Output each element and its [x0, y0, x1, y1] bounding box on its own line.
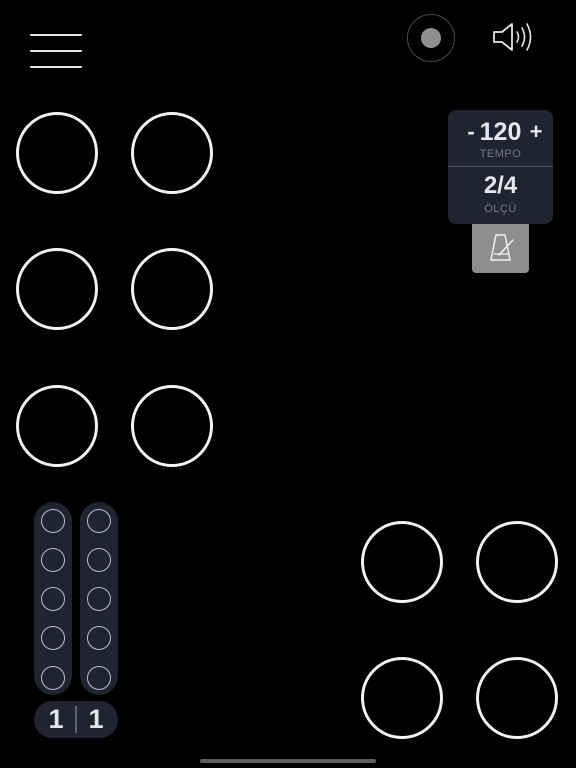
step-column-right [80, 502, 118, 695]
tempo-row: - 120 + [448, 117, 553, 147]
tempo-decrease-button[interactable]: - [460, 117, 482, 147]
step-toggle[interactable] [87, 626, 111, 650]
step-toggle[interactable] [87, 587, 111, 611]
metronome-icon [490, 234, 514, 261]
drum-pad[interactable] [131, 248, 213, 330]
bar-counter: 1 1 [34, 701, 118, 738]
speaker-icon [493, 23, 532, 51]
step-toggle[interactable] [41, 626, 65, 650]
drum-pad[interactable] [361, 657, 443, 739]
tempo-increase-button[interactable]: + [525, 117, 547, 147]
sound-button[interactable] [492, 20, 536, 54]
record-icon [421, 28, 441, 48]
hamburger-menu-icon-bar [30, 50, 82, 52]
metronome-button[interactable] [472, 224, 529, 273]
tempo-value[interactable]: 120 [480, 117, 522, 147]
step-toggle[interactable] [87, 509, 111, 533]
hamburger-menu-icon [30, 34, 82, 36]
drum-pad[interactable] [16, 112, 98, 194]
step-toggle[interactable] [41, 587, 65, 611]
tempo-label: TEMPO [479, 148, 522, 160]
hamburger-menu-icon-bar [30, 66, 82, 68]
record-button[interactable] [407, 14, 455, 62]
drum-pad[interactable] [16, 248, 98, 330]
step-toggle[interactable] [87, 666, 111, 690]
tempo-panel: - 120 + TEMPO 2/4 ÖLÇÜ [448, 110, 553, 224]
drum-pad[interactable] [131, 112, 213, 194]
step-toggle[interactable] [41, 509, 65, 533]
counter-right[interactable]: 1 [76, 701, 116, 738]
drum-pad[interactable] [131, 385, 213, 467]
drum-pad[interactable] [476, 657, 558, 739]
menu-button[interactable] [28, 30, 84, 72]
meter-label: ÖLÇÜ [484, 203, 517, 215]
step-toggle[interactable] [41, 548, 65, 572]
divider [448, 166, 553, 167]
step-column-left [34, 502, 72, 695]
step-toggle[interactable] [41, 666, 65, 690]
drum-pad[interactable] [476, 521, 558, 603]
drum-pad[interactable] [16, 385, 98, 467]
meter-value[interactable]: 2/4 [448, 172, 553, 200]
step-toggle[interactable] [87, 548, 111, 572]
home-indicator[interactable] [200, 759, 376, 763]
drum-pad[interactable] [361, 521, 443, 603]
counter-left[interactable]: 1 [36, 701, 76, 738]
